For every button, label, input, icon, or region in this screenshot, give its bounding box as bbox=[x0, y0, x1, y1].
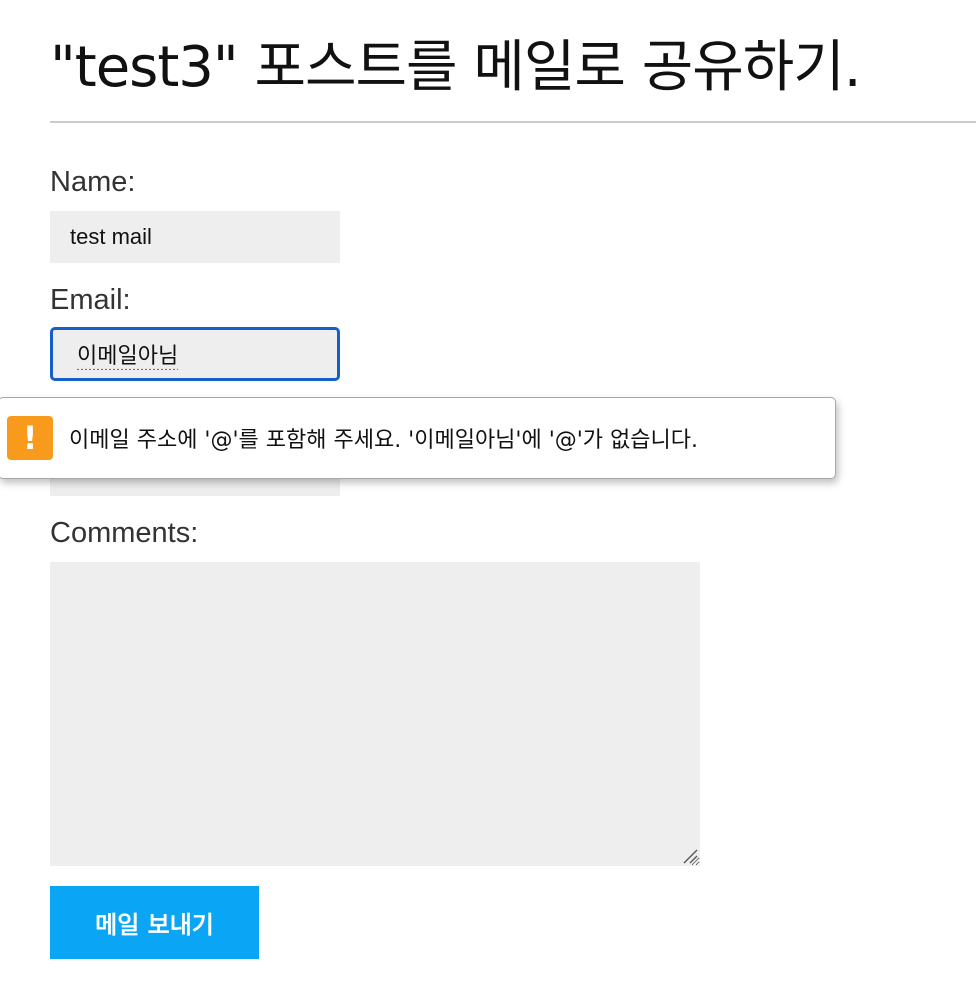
share-post-page: "test3" 포스트를 메일로 공유하기. Name: Email: Comm… bbox=[0, 0, 976, 992]
name-input[interactable] bbox=[50, 211, 340, 263]
email-input[interactable] bbox=[50, 327, 340, 381]
name-label: Name: bbox=[50, 166, 136, 198]
warning-icon: ! bbox=[7, 416, 53, 460]
validation-message: 이메일 주소에 '@'를 포함해 주세요. '이메일아님'에 '@'가 없습니다… bbox=[69, 428, 698, 453]
comments-textarea[interactable] bbox=[50, 562, 700, 866]
title-divider bbox=[50, 121, 976, 123]
resize-grip-icon[interactable] bbox=[682, 848, 698, 864]
page-title: "test3" 포스트를 메일로 공유하기. bbox=[50, 35, 862, 100]
validation-tooltip: ! 이메일 주소에 '@'를 포함해 주세요. '이메일아님'에 '@'가 없습… bbox=[0, 397, 836, 479]
comments-label: Comments: bbox=[50, 517, 199, 549]
send-mail-button[interactable]: 메일 보내기 bbox=[50, 886, 259, 959]
email-label: Email: bbox=[50, 284, 131, 316]
